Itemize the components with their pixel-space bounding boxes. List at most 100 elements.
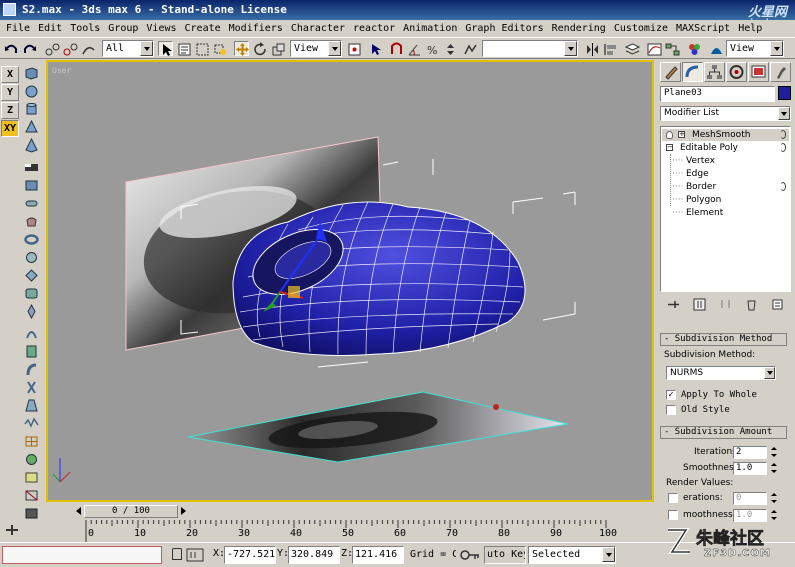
geosphere-icon[interactable]	[23, 250, 40, 265]
align-icon[interactable]	[602, 41, 617, 56]
uvw-map-icon[interactable]	[23, 470, 40, 485]
plane-icon[interactable]	[23, 160, 40, 175]
object-color-swatch[interactable]	[778, 86, 791, 100]
stack-item-editable-poly[interactable]: − Editable Poly	[662, 142, 789, 154]
menu-character[interactable]: Character	[287, 23, 349, 34]
remove-modifier-icon[interactable]	[745, 298, 758, 311]
menu-graph-editors[interactable]: Graph Editors	[461, 23, 547, 34]
motion-tab-icon[interactable]	[726, 62, 747, 82]
spindle-icon[interactable]	[23, 304, 40, 319]
percent-snap-icon[interactable]: %	[424, 41, 439, 57]
axis-constraint-y[interactable]: Y	[1, 84, 19, 101]
select-by-name-icon[interactable]	[176, 41, 191, 56]
select-manipulate-icon[interactable]	[368, 41, 383, 56]
scale-icon[interactable]	[270, 41, 285, 56]
taper-icon[interactable]	[23, 398, 40, 413]
render-smoothness-spinner[interactable]: 1.0	[733, 509, 767, 522]
prev-frame-icon[interactable]	[76, 507, 81, 515]
collapse-minus-icon[interactable]: −	[666, 144, 673, 151]
named-selection-dropdown[interactable]	[482, 40, 578, 57]
reference-coord-dropdown[interactable]: View	[290, 40, 342, 57]
chamfer-box-icon[interactable]	[23, 286, 40, 301]
rollout-subdivision-method[interactable]: - Subdivision Method	[660, 333, 787, 346]
unlink-icon[interactable]	[62, 41, 78, 56]
selection-filter-dropdown[interactable]: All	[102, 40, 154, 57]
menu-animation[interactable]: Animation	[399, 23, 461, 34]
rollout-subdivision-amount[interactable]: - Subdivision Amount	[660, 426, 787, 439]
render-iterations-spinner-arrows[interactable]	[769, 492, 778, 505]
render-iterations-checkbox[interactable]	[668, 493, 678, 503]
smoothness-spinner-arrows[interactable]	[769, 462, 778, 475]
x-coord-field[interactable]: -727.521	[224, 546, 276, 564]
render-type-dropdown[interactable]: View	[726, 40, 784, 57]
smoothness-spinner[interactable]: 1.0	[733, 462, 767, 475]
spinner-snap-icon[interactable]	[442, 41, 457, 56]
menu-tools[interactable]: Tools	[66, 23, 104, 34]
lock-icon[interactable]	[172, 548, 182, 560]
angle-snap-icon[interactable]	[406, 41, 421, 56]
iterations-spinner-arrows[interactable]	[769, 446, 778, 459]
axis-constraint-x[interactable]: X	[1, 66, 19, 83]
viewport-label[interactable]: User	[52, 66, 71, 75]
tube-icon[interactable]	[23, 178, 40, 193]
render-iterations-spinner[interactable]: 0	[733, 492, 767, 505]
maxscript-listener[interactable]	[2, 546, 162, 564]
menu-rendering[interactable]: Rendering	[548, 23, 610, 34]
next-frame-icon[interactable]	[181, 507, 186, 515]
torus-icon[interactable]	[23, 232, 40, 247]
configure-sets-icon[interactable]	[771, 298, 784, 311]
named-selection-icon[interactable]	[462, 41, 477, 56]
show-end-result-icon[interactable]	[693, 298, 706, 311]
track-bar-toggle-icon[interactable]	[4, 522, 20, 538]
perspective-viewport[interactable]: User	[46, 60, 654, 502]
lathe-icon[interactable]	[23, 326, 40, 341]
axis-constraint-xy[interactable]: XY	[1, 120, 19, 137]
capsule-icon[interactable]	[23, 196, 40, 211]
snap-toggle-icon[interactable]	[388, 41, 403, 56]
mirror-icon[interactable]	[584, 41, 599, 56]
stack-item-element[interactable]: ···· Element	[662, 207, 789, 219]
undo-icon[interactable]	[3, 41, 18, 56]
object-name-field[interactable]: Plane03	[660, 86, 775, 102]
time-slider[interactable]: 0 / 100	[84, 505, 178, 518]
render-smoothness-checkbox[interactable]	[668, 510, 678, 520]
cone-icon[interactable]	[23, 120, 40, 135]
absolute-mode-icon[interactable]	[186, 548, 204, 562]
layer-manager-icon[interactable]	[624, 41, 640, 56]
redo-icon[interactable]	[21, 41, 36, 56]
y-coord-field[interactable]: 320.849	[288, 546, 340, 564]
schematic-view-icon[interactable]	[664, 41, 680, 56]
noise-icon[interactable]	[23, 416, 40, 431]
make-unique-icon[interactable]	[719, 298, 732, 311]
bind-spacewarp-icon[interactable]	[80, 41, 95, 56]
menu-modifiers[interactable]: Modifiers	[225, 23, 287, 34]
display-tab-icon[interactable]	[748, 62, 769, 82]
render-smoothness-spinner-arrows[interactable]	[769, 509, 778, 522]
menu-edit[interactable]: Edit	[34, 23, 66, 34]
expand-plus-icon[interactable]: +	[678, 131, 685, 138]
create-tab-icon[interactable]	[660, 62, 681, 82]
move-icon[interactable]	[234, 41, 249, 56]
teapot-icon[interactable]	[23, 214, 40, 229]
select-link-icon[interactable]	[44, 41, 60, 56]
stack-item-vertex[interactable]: ···· Vertex	[662, 155, 789, 167]
axis-constraint-z[interactable]: Z	[1, 102, 19, 119]
stack-item-polygon[interactable]: ···· Polygon	[662, 194, 789, 206]
pyramid-icon[interactable]	[23, 138, 40, 153]
menu-file[interactable]: File	[2, 23, 34, 34]
render-scene-icon[interactable]	[708, 41, 723, 56]
track-bar[interactable]: 0 10 20 30 40 50 60 70 80 90 100	[46, 520, 656, 542]
modifier-list-dropdown[interactable]: Modifier List	[660, 106, 791, 121]
menu-reactor[interactable]: reactor	[349, 23, 399, 34]
extrude-icon[interactable]	[23, 344, 40, 359]
meshsmooth-icon[interactable]	[23, 452, 40, 467]
mouse-mesh[interactable]	[232, 201, 526, 356]
stack-item-border[interactable]: ···· Border	[662, 181, 789, 193]
iterations-spinner[interactable]: 2	[733, 446, 767, 459]
subdivision-method-dropdown[interactable]: NURMS	[666, 366, 776, 380]
rect-region-icon[interactable]	[194, 41, 209, 56]
stack-item-meshsmooth[interactable]: + MeshSmooth	[662, 129, 789, 141]
hierarchy-tab-icon[interactable]	[704, 62, 725, 82]
light-bulb-icon[interactable]	[666, 131, 673, 139]
utilities-tab-icon[interactable]	[770, 62, 791, 82]
